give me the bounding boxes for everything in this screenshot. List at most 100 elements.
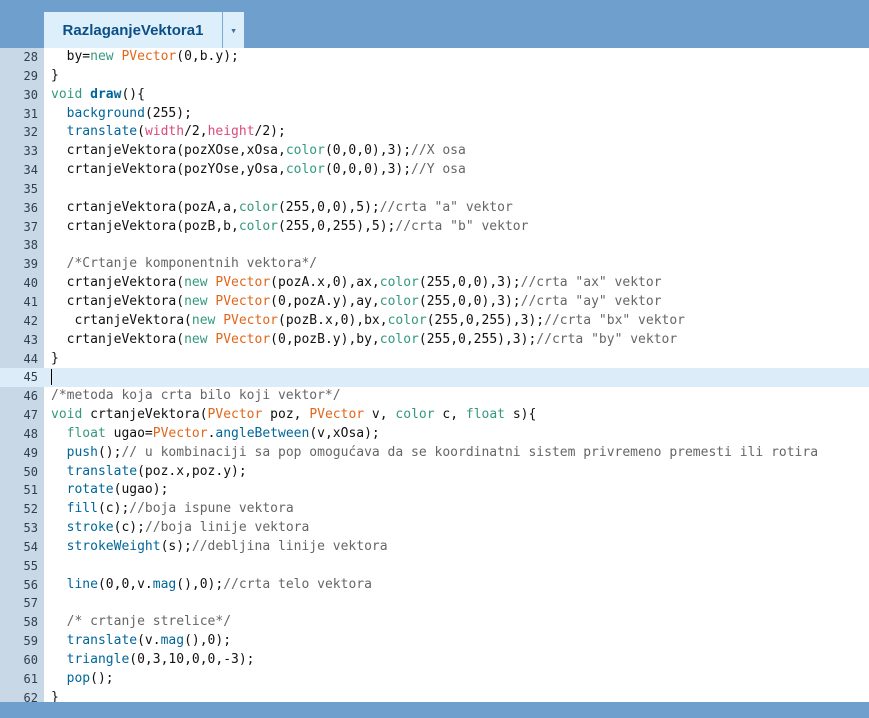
text-cursor xyxy=(51,368,52,385)
code-line[interactable]: 30 void draw(){ xyxy=(0,86,869,105)
code-text[interactable]: crtanjeVektora(new PVector(0,pozB.y),by,… xyxy=(51,331,678,350)
code-line[interactable]: 32 translate(width/2,height/2); xyxy=(0,123,869,142)
code-line[interactable]: 52 fill(c);//boja ispune vektora xyxy=(0,500,869,519)
code-line[interactable]: 36 crtanjeVektora(pozA,a,color(255,0,0),… xyxy=(0,199,869,218)
line-number: 45 xyxy=(23,370,38,385)
code-line[interactable]: 60 triangle(0,3,10,0,0,-3); xyxy=(0,651,869,670)
processing-editor-window: RazlaganjeVektora1 ▾ 28 by=new PVector(0… xyxy=(0,0,869,718)
line-number: 48 xyxy=(23,426,38,441)
code-text[interactable]: line(0,0,v.mag(),0);//crta telo vektora xyxy=(51,576,372,595)
code-line[interactable]: 38 xyxy=(0,236,869,255)
line-number: 55 xyxy=(23,558,38,573)
code-text[interactable]: triangle(0,3,10,0,0,-3); xyxy=(51,651,255,670)
code-line[interactable]: 54 strokeWeight(s);//debljina linije vek… xyxy=(0,538,869,557)
line-number: 42 xyxy=(23,313,38,328)
line-number: 43 xyxy=(23,332,38,347)
line-number: 31 xyxy=(23,106,38,121)
line-number: 29 xyxy=(23,68,38,83)
line-number: 37 xyxy=(23,219,38,234)
code-text[interactable]: stroke(c);//boja linije vektora xyxy=(51,519,310,538)
code-text[interactable]: crtanjeVektora(pozB,b,color(255,0,255),5… xyxy=(51,218,529,237)
line-number: 52 xyxy=(23,502,38,517)
line-number: 58 xyxy=(23,615,38,630)
code-text[interactable]: crtanjeVektora(pozXOse,xOsa,color(0,0,0)… xyxy=(51,142,466,161)
code-text[interactable]: void crtanjeVektora(PVector poz, PVector… xyxy=(51,406,536,425)
line-number: 56 xyxy=(23,577,38,592)
code-line[interactable]: 50 translate(poz.x,poz.y); xyxy=(0,463,869,482)
line-number: 50 xyxy=(23,464,38,479)
code-text[interactable]: translate(v.mag(),0); xyxy=(51,632,231,651)
code-text[interactable]: float ugao=PVector.angleBetween(v,xOsa); xyxy=(51,425,380,444)
line-number: 39 xyxy=(23,257,38,272)
code-text[interactable]: /*metoda koja crta bilo koji vektor*/ xyxy=(51,387,341,406)
code-text[interactable]: by=new PVector(0,b.y); xyxy=(51,48,239,67)
code-text[interactable]: crtanjeVektora(pozYOse,yOsa,color(0,0,0)… xyxy=(51,161,466,180)
code-line[interactable]: 43 crtanjeVektora(new PVector(0,pozB.y),… xyxy=(0,331,869,350)
code-line[interactable]: 53 stroke(c);//boja linije vektora xyxy=(0,519,869,538)
code-line[interactable]: 44} xyxy=(0,350,869,369)
code-line[interactable]: 59 translate(v.mag(),0); xyxy=(0,632,869,651)
bottom-bar xyxy=(0,702,869,718)
code-lines[interactable]: 28 by=new PVector(0,b.y); 29} 30 void draw(… xyxy=(0,48,869,708)
code-line[interactable]: 61 pop(); xyxy=(0,670,869,689)
code-line[interactable]: 51 rotate(ugao); xyxy=(0,481,869,500)
code-text[interactable]: rotate(ugao); xyxy=(51,481,169,500)
code-text[interactable]: push();// u kombinaciji sa pop omogućava… xyxy=(51,444,818,463)
code-line[interactable]: 48 float ugao=PVector.angleBetween(v,xOs… xyxy=(0,425,869,444)
code-text[interactable]: pop(); xyxy=(51,670,114,689)
line-number: 51 xyxy=(23,483,38,498)
line-number: 30 xyxy=(23,87,38,102)
code-text[interactable]: background(255); xyxy=(51,105,192,124)
line-number: 34 xyxy=(23,163,38,178)
code-line[interactable]: 37 crtanjeVektora(pozB,b,color(255,0,255… xyxy=(0,218,869,237)
code-line[interactable]: 41 crtanjeVektora(new PVector(0,pozA.y),… xyxy=(0,293,869,312)
code-line[interactable]: 56 line(0,0,v.mag(),0);//crta telo vekto… xyxy=(0,576,869,595)
line-number: 46 xyxy=(23,389,38,404)
line-number: 49 xyxy=(23,445,38,460)
code-line[interactable]: 47 void crtanjeVektora(PVector poz, PVect… xyxy=(0,406,869,425)
line-number: 47 xyxy=(23,408,38,423)
code-text[interactable]: strokeWeight(s);//debljina linije vektor… xyxy=(51,538,388,557)
line-number: 40 xyxy=(23,276,38,291)
code-text[interactable]: crtanjeVektora(new PVector(0,pozA.y),ay,… xyxy=(51,293,662,312)
code-text[interactable]: translate(width/2,height/2); xyxy=(51,123,286,142)
code-text[interactable]: /* crtanje strelice*/ xyxy=(51,613,231,632)
code-text[interactable]: } xyxy=(51,67,59,86)
code-text[interactable]: translate(poz.x,poz.y); xyxy=(51,463,247,482)
line-number: 44 xyxy=(23,351,38,366)
tab-menu-button[interactable]: ▾ xyxy=(222,12,244,48)
line-number: 28 xyxy=(23,50,38,64)
line-number: 53 xyxy=(23,521,38,536)
code-line[interactable]: 39 /*Crtanje komponentnih vektora*/ xyxy=(0,255,869,274)
code-text[interactable]: void draw(){ xyxy=(51,86,145,105)
line-number: 36 xyxy=(23,200,38,215)
code-line[interactable]: 35 xyxy=(0,180,869,199)
code-text[interactable]: crtanjeVektora(new PVector(pozA.x,0),ax,… xyxy=(51,274,662,293)
code-line[interactable]: 29} xyxy=(0,67,869,86)
code-line[interactable]: 45 xyxy=(0,368,869,388)
code-line[interactable]: 55 xyxy=(0,557,869,576)
code-text[interactable]: /*Crtanje komponentnih vektora*/ xyxy=(51,255,317,274)
line-number: 32 xyxy=(23,125,38,140)
code-line[interactable]: 57 xyxy=(0,594,869,613)
code-line[interactable]: 58 /* crtanje strelice*/ xyxy=(0,613,869,632)
line-number: 60 xyxy=(23,653,38,667)
code-text[interactable]: } xyxy=(51,350,59,369)
line-number: 61 xyxy=(23,671,38,686)
tab-sketch[interactable]: RazlaganjeVektora1 xyxy=(44,12,222,48)
code-line[interactable]: 31 background(255); xyxy=(0,105,869,124)
line-number: 35 xyxy=(23,181,38,196)
code-text[interactable]: crtanjeVektora(pozA,a,color(255,0,0),5);… xyxy=(51,199,513,218)
tab-bar: RazlaganjeVektora1 ▾ xyxy=(0,0,869,48)
code-line[interactable]: 33 crtanjeVektora(pozXOse,xOsa,color(0,0… xyxy=(0,142,869,161)
code-text[interactable] xyxy=(51,368,52,387)
code-line[interactable]: 46 /*metoda koja crta bilo koji vektor*/ xyxy=(0,387,869,406)
code-line[interactable]: 49 push();// u kombinaciji sa pop omoguć… xyxy=(0,444,869,463)
code-text[interactable]: fill(c);//boja ispune vektora xyxy=(51,500,294,519)
code-line[interactable]: 28 by=new PVector(0,b.y); xyxy=(0,48,869,67)
code-line[interactable]: 40 crtanjeVektora(new PVector(pozA.x,0),… xyxy=(0,274,869,293)
code-line[interactable]: 34 crtanjeVektora(pozYOse,yOsa,color(0,0… xyxy=(0,161,869,180)
code-line[interactable]: 42 crtanjeVektora(new PVector(pozB.x,0),… xyxy=(0,312,869,331)
line-number: 41 xyxy=(23,294,38,309)
code-text[interactable]: crtanjeVektora(new PVector(pozB.x,0),bx,… xyxy=(51,312,685,331)
